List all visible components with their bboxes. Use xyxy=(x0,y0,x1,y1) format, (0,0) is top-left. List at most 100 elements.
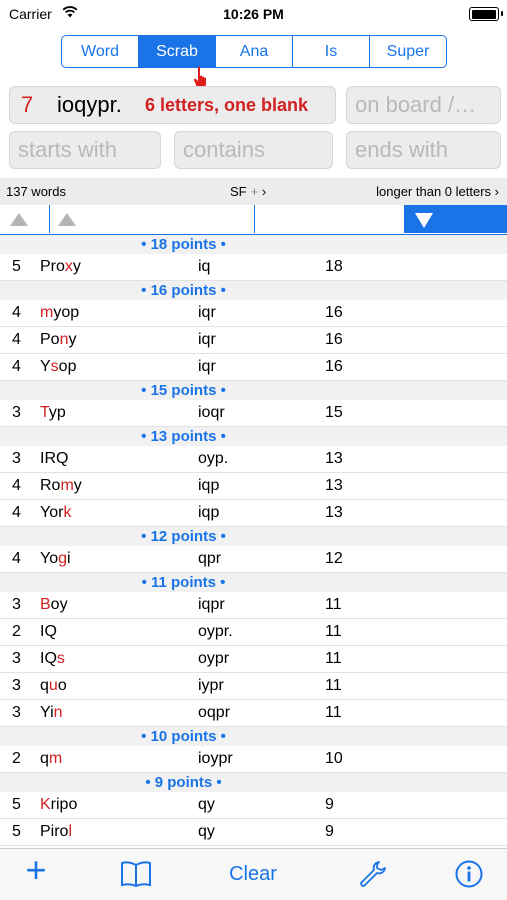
word-text: myop xyxy=(40,304,80,321)
remaining-letters: iqpr xyxy=(198,596,225,613)
remaining-letters: oyp. xyxy=(198,450,229,467)
info-icon[interactable] xyxy=(452,859,486,889)
column-sort-bar xyxy=(0,205,507,235)
word-score: 11 xyxy=(325,704,342,721)
word-text: IQs xyxy=(40,650,65,667)
sort-descending-icon xyxy=(415,213,433,228)
word-score: 10 xyxy=(325,750,343,767)
word-text: Yin xyxy=(40,704,63,721)
word-row[interactable]: 3 Typ ioqr 15 xyxy=(0,400,507,427)
word-length: 3 xyxy=(12,677,21,694)
mode-segmented-control: Word Scrab Ana Is Super xyxy=(61,35,447,68)
wrench-icon[interactable] xyxy=(354,859,390,889)
battery-icon xyxy=(469,7,503,21)
remaining-letters: qy xyxy=(198,796,215,813)
clear-button[interactable]: Clear xyxy=(218,859,288,889)
word-row[interactable]: 3 Yin oqpr 11 xyxy=(0,700,507,727)
word-score: 13 xyxy=(325,450,343,467)
clock: 10:26 PM xyxy=(223,6,284,22)
book-icon[interactable] xyxy=(116,859,156,889)
sort-plus: + xyxy=(250,184,259,199)
sort-ascending-icon xyxy=(58,213,76,226)
word-row[interactable]: 3 IQs oypr 11 xyxy=(0,646,507,673)
word-score: 15 xyxy=(325,404,343,421)
points-section-header: • 18 points • xyxy=(0,235,507,254)
word-text: Pony xyxy=(40,331,77,348)
word-row[interactable]: 2 IQ oypr. 11 xyxy=(0,619,507,646)
word-row[interactable]: 5 Proxy iq 18 xyxy=(0,254,507,281)
word-row[interactable]: 4 myop iqr 16 xyxy=(0,300,507,327)
word-row[interactable]: 3 Boy iqpr 11 xyxy=(0,592,507,619)
remaining-letters: qpr xyxy=(198,550,222,567)
word-length: 5 xyxy=(12,796,21,813)
points-section-header: • 12 points • xyxy=(0,527,507,546)
word-score: 13 xyxy=(325,477,343,494)
word-row[interactable]: 4 Romy iqp 13 xyxy=(0,473,507,500)
word-row[interactable]: 4 York iqp 13 xyxy=(0,500,507,527)
ends-with-input[interactable]: ends with xyxy=(346,131,501,169)
letters-value: ioqypr. xyxy=(57,92,122,117)
word-row[interactable]: 2 qm ioypr 10 xyxy=(0,746,507,773)
length-filter[interactable]: longer than 0 letters › xyxy=(376,184,499,199)
word-text: qm xyxy=(40,750,63,767)
word-length: 4 xyxy=(12,358,21,375)
letters-input[interactable]: 7 ioqypr. 6 letters, one blank xyxy=(9,86,336,124)
starts-with-input[interactable]: starts with xyxy=(9,131,161,169)
sort-length-column[interactable] xyxy=(0,205,50,233)
word-row[interactable]: 5 Pirol qy 9 xyxy=(0,819,507,846)
mode-scrab[interactable]: Scrab xyxy=(138,36,215,67)
on-board-input[interactable]: on board /… xyxy=(346,86,501,124)
remaining-letters: iqr xyxy=(198,331,216,348)
word-length: 3 xyxy=(12,650,21,667)
word-length: 4 xyxy=(12,504,21,521)
chevron-right-icon: › xyxy=(261,184,267,199)
mode-is[interactable]: Is xyxy=(292,36,369,67)
word-score: 9 xyxy=(325,823,334,840)
word-text: Ysop xyxy=(40,358,77,375)
sort-selector[interactable]: SF + › xyxy=(230,184,266,199)
mode-ana[interactable]: Ana xyxy=(215,36,292,67)
word-length: 4 xyxy=(12,304,21,321)
letter-count: 7 xyxy=(21,92,34,117)
add-icon[interactable]: + xyxy=(20,849,52,890)
word-row[interactable]: 3 IRQ oyp. 13 xyxy=(0,446,507,473)
status-bar: Carrier 10:26 PM xyxy=(0,0,507,28)
word-text: Romy xyxy=(40,477,82,494)
remaining-letters: oqpr xyxy=(198,704,231,721)
word-row[interactable]: 4 Pony iqr 16 xyxy=(0,327,507,354)
sort-label: SF xyxy=(230,184,247,199)
word-length: 5 xyxy=(12,258,21,275)
sort-score-column[interactable] xyxy=(405,205,507,233)
mode-word[interactable]: Word xyxy=(62,36,138,67)
word-score: 13 xyxy=(325,504,343,521)
remaining-letters: iqr xyxy=(198,304,216,321)
contains-input[interactable]: contains xyxy=(174,131,333,169)
points-section-header: • 11 points • xyxy=(0,573,507,592)
word-text: Kripo xyxy=(40,796,78,813)
length-filter-label: longer than 0 letters xyxy=(376,184,492,199)
word-row[interactable]: 3 quo iypr 11 xyxy=(0,673,507,700)
word-score: 18 xyxy=(325,258,343,275)
results-list[interactable]: • 18 points • 5 Proxy iq 18 • 16 points • 4 myo… xyxy=(0,235,507,848)
word-count: 137 words xyxy=(6,184,66,199)
remaining-letters: qy xyxy=(198,823,215,840)
bottom-toolbar: + Clear xyxy=(0,848,507,900)
word-row[interactable]: 5 Kripo qy 9 xyxy=(0,792,507,819)
word-text: Proxy xyxy=(40,258,81,275)
word-row[interactable]: 4 Yogi qpr 12 xyxy=(0,546,507,573)
remaining-letters: oypr. xyxy=(198,623,233,640)
points-section-header: • 16 points • xyxy=(0,281,507,300)
word-length: 3 xyxy=(12,704,21,721)
letters-hint: 6 letters, one blank xyxy=(145,94,309,115)
remaining-letters: iqp xyxy=(198,504,220,521)
mode-super[interactable]: Super xyxy=(369,36,446,67)
word-length: 3 xyxy=(12,596,21,613)
word-score: 16 xyxy=(325,331,343,348)
remaining-letters: iqr xyxy=(198,358,216,375)
word-score: 11 xyxy=(325,677,342,694)
sort-word-column[interactable] xyxy=(50,205,255,233)
word-row[interactable]: 4 Ysop iqr 16 xyxy=(0,354,507,381)
word-score: 12 xyxy=(325,550,343,567)
sort-rack-column[interactable] xyxy=(255,205,405,233)
word-length: 2 xyxy=(12,623,21,640)
